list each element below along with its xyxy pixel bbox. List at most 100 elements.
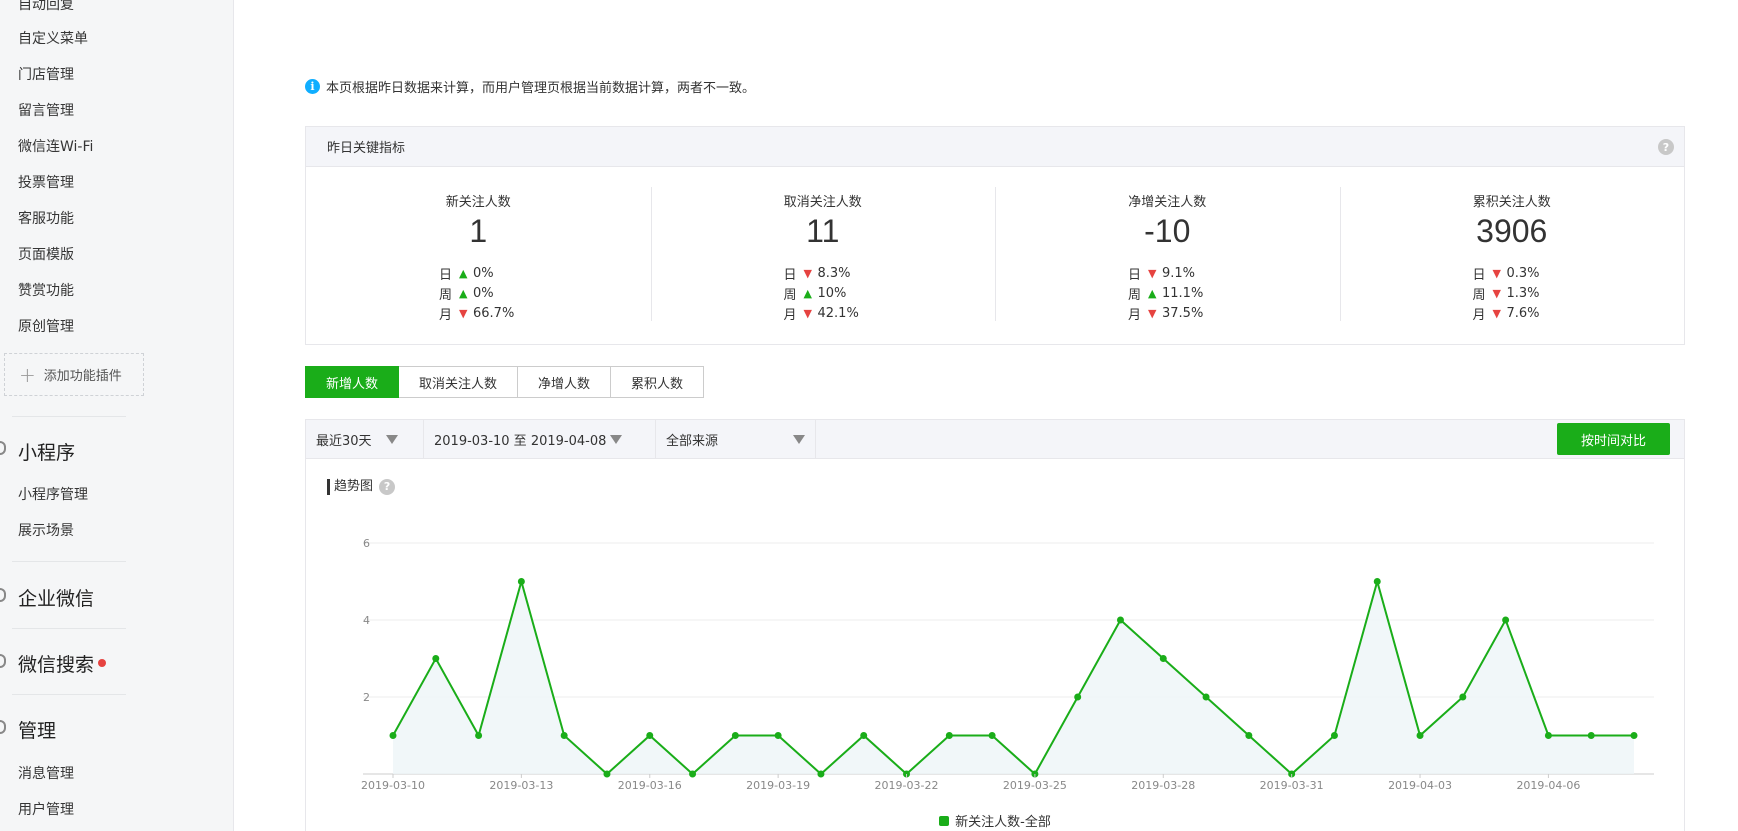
x-tick-label: 2019-03-25 (1003, 779, 1067, 792)
kpi-change-pct: 66.7% (473, 305, 515, 321)
kpi-change-pct: 0% (473, 285, 494, 301)
source-select[interactable]: 全部来源 (656, 420, 816, 458)
data-point (646, 732, 654, 739)
kpi-change-pct: 8.3% (817, 265, 851, 281)
sidebar-section-mini-program[interactable]: 小程序 (18, 438, 75, 465)
plus-icon: + (19, 362, 36, 387)
tab-2[interactable]: 净增人数 (518, 366, 612, 398)
x-tick-label: 2019-04-06 (1516, 779, 1580, 792)
kpi-row-label: 日 (1128, 267, 1142, 283)
arrow-down-icon: ▼ (1492, 266, 1501, 280)
kpi-change-row: 周 ▼ 1.3% (1473, 283, 1540, 303)
add-plugin-label: 添加功能插件 (43, 369, 122, 384)
sidebar-section-enterprise[interactable]: 企业微信 (18, 584, 94, 611)
data-point (1330, 732, 1338, 739)
sidebar-section-manage[interactable]: 管理 (18, 716, 56, 743)
kpi-card: 取消关注人数 11 日 ▼ 8.3% 周 ▲ 10% 月 ▼ 42.1% (650, 167, 996, 345)
kpi-row-label: 月 (1472, 307, 1486, 323)
kpi-row-label: 日 (1472, 267, 1486, 283)
x-tick-label: 2019-03-22 (875, 779, 939, 792)
data-point (1373, 578, 1381, 585)
data-point (1159, 655, 1167, 662)
sidebar-item-messages[interactable]: 消息管理 (18, 763, 74, 783)
kpi-change-pct: 0.3% (1506, 265, 1540, 281)
kpi-panel: 昨日关键指标 ? 新关注人数 1 日 ▲ 0% 周 ▲ 0% 月 ▼ 66.7% 取消关注人数 11 日 ▼… (305, 126, 1685, 345)
data-point (774, 732, 782, 739)
kpi-card: 累积关注人数 3906 日 ▼ 0.3% 周 ▼ 1.3% 月 ▼ 7.6% (1339, 167, 1685, 345)
dropdown-arrow-icon (793, 434, 805, 444)
kpi-cards: 新关注人数 1 日 ▲ 0% 周 ▲ 0% 月 ▼ 66.7% 取消关注人数 11 日 ▼ 8.3% 周 ▲ 10%… (306, 167, 1684, 345)
kpi-row-label: 月 (783, 307, 797, 323)
sidebar-item-page-template[interactable]: 页面模版 (18, 244, 74, 264)
arrow-down-icon: ▼ (1492, 286, 1501, 300)
x-tick-label: 2019-03-31 (1260, 779, 1324, 792)
manage-icon (0, 720, 6, 734)
x-tick-label: 2019-03-28 (1131, 779, 1195, 792)
chart-title: 趋势图 ? (327, 479, 396, 495)
sidebar-item-customer-service[interactable]: 客服功能 (18, 208, 74, 228)
add-plugin-button[interactable]: + 添加功能插件 (4, 353, 144, 396)
arrow-up-icon: ▲ (459, 266, 468, 280)
data-point (1116, 616, 1124, 624)
kpi-change-row: 日 ▼ 0.3% (1473, 263, 1540, 283)
data-point (1245, 732, 1253, 739)
kpi-title: 新关注人数 (445, 195, 511, 210)
help-icon[interactable]: ? (1658, 139, 1674, 155)
x-tick-label: 2019-03-10 (361, 779, 425, 792)
compare-by-time-button[interactable]: 按时间对比 (1556, 423, 1670, 455)
sidebar-item-reward[interactable]: 赞赏功能 (18, 280, 74, 300)
kpi-change-pct: 9.1% (1162, 265, 1196, 281)
period-select-value: 最近30天 (316, 433, 372, 449)
metric-tabs: 新增人数 取消关注人数 净增人数 累积人数 (305, 366, 705, 398)
kpi-change-pct: 10% (817, 285, 847, 301)
data-point (560, 732, 568, 739)
tab-3[interactable]: 累积人数 (611, 366, 705, 398)
y-tick-label: 4 (363, 614, 370, 627)
kpi-row-label: 周 (1472, 287, 1486, 303)
data-point (817, 770, 825, 778)
sidebar-item-display-scene[interactable]: 展示场景 (18, 520, 74, 540)
tab-0[interactable]: 新增人数 (305, 366, 400, 398)
chart-title-text: 趋势图 (334, 479, 374, 494)
help-icon[interactable]: ? (379, 479, 396, 495)
sidebar-item-comments[interactable]: 留言管理 (18, 100, 74, 120)
arrow-down-icon: ▼ (1492, 306, 1501, 320)
data-point (988, 732, 996, 739)
sidebar-item-auto-reply[interactable]: 自动回复 (18, 0, 74, 14)
kpi-change-pct: 37.5% (1162, 305, 1204, 321)
legend-swatch (939, 815, 950, 826)
data-point (389, 732, 397, 739)
kpi-header: 昨日关键指标 ? (306, 127, 1684, 167)
data-point (1202, 693, 1210, 701)
sidebar-item-vote[interactable]: 投票管理 (18, 172, 74, 192)
arrow-down-icon: ▼ (1148, 266, 1157, 280)
sidebar-divider (12, 561, 126, 562)
kpi-title: 净增关注人数 (1128, 195, 1207, 210)
kpi-row-label: 周 (1128, 287, 1142, 303)
sidebar-item-mini-program-manage[interactable]: 小程序管理 (18, 484, 88, 504)
sidebar-item-users[interactable]: 用户管理 (18, 799, 74, 819)
period-select[interactable]: 最近30天 (306, 420, 424, 458)
kpi-change-row: 月 ▼ 37.5% (1128, 303, 1203, 323)
sidebar-item-store[interactable]: 门店管理 (18, 64, 74, 84)
date-range-select[interactable]: 2019-03-10 至 2019-04-08 (424, 420, 656, 458)
x-tick-label: 2019-03-13 (489, 779, 553, 792)
data-point (1502, 616, 1510, 624)
chart-legend[interactable]: 新关注人数-全部 (306, 811, 1684, 830)
kpi-changes: 日 ▼ 9.1% 周 ▲ 11.1% 月 ▼ 37.5% (1128, 263, 1203, 323)
trend-chart: 2 4 6 2019-03-10 2019-03-13 2019-03-16 2019-03… (361, 537, 1654, 792)
source-select-value: 全部来源 (666, 433, 719, 449)
data-point (475, 732, 483, 739)
sidebar-item-original[interactable]: 原创管理 (18, 316, 74, 336)
sidebar-item-wifi[interactable]: 微信连Wi-Fi (18, 136, 93, 156)
sidebar-item-custom-menu[interactable]: 自定义菜单 (18, 28, 88, 48)
arrow-down-icon: ▼ (1148, 306, 1157, 320)
sidebar-section-search[interactable]: 微信搜索 (18, 650, 107, 677)
kpi-value: 1 (469, 213, 488, 249)
kpi-value: 11 (806, 213, 840, 249)
arrow-down-icon: ▼ (803, 306, 812, 320)
x-tick-label: 2019-03-16 (618, 779, 682, 792)
kpi-change-pct: 1.3% (1506, 285, 1540, 301)
tab-1[interactable]: 取消关注人数 (399, 366, 519, 398)
arrow-up-icon: ▲ (459, 286, 468, 300)
